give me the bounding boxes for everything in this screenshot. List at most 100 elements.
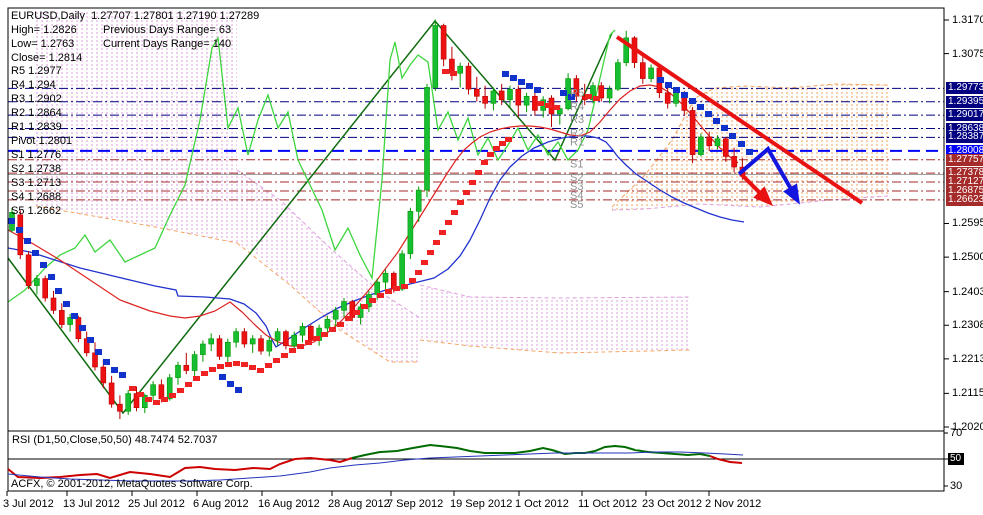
price-axis-label: 1.24030	[952, 286, 983, 298]
prev-range-label: Previous Days Range= 63	[103, 24, 231, 36]
red-square-dot	[233, 361, 240, 366]
price-tag-r3: 1.29017	[946, 109, 983, 121]
candle-body	[715, 139, 720, 146]
pivot-list-item: R5 1.2977	[11, 65, 62, 77]
blue-square-dot	[560, 90, 567, 96]
red-square-dot	[393, 286, 400, 291]
red-square-dot	[369, 298, 376, 303]
red-square-dot	[499, 141, 506, 146]
candle-body	[433, 25, 438, 87]
blue-square-dot	[32, 250, 39, 256]
candle-body	[458, 66, 463, 73]
red-square-dot	[427, 250, 434, 255]
gray-level-label-s5: S5	[570, 199, 583, 211]
candle-body	[516, 89, 521, 105]
blue-square-dot	[40, 262, 47, 268]
pivot-list-item: R1 1.2839	[11, 121, 62, 133]
red-square-dot	[257, 368, 264, 373]
red-square-dot	[185, 382, 192, 387]
candle-body	[532, 96, 537, 110]
candle-body	[34, 279, 39, 286]
red-square-dot	[451, 210, 458, 215]
red-square-dot	[217, 364, 224, 369]
candle-body	[259, 339, 264, 351]
blue-square-dot	[657, 77, 664, 83]
gray-level-label-r5: R5	[570, 87, 584, 99]
candle-body	[499, 91, 504, 100]
candle-body	[200, 344, 205, 355]
blue-square-dot	[103, 359, 110, 365]
date-axis-label: 13 Jul 2012	[63, 498, 120, 510]
rsi-level-50-tag: 50	[948, 453, 964, 465]
red-square-dot	[593, 96, 600, 101]
rsi-level-30: 30	[950, 480, 962, 492]
gray-level-label-r1: R1	[570, 136, 584, 148]
red-square-dot	[537, 101, 544, 106]
date-axis-label: 3 Jul 2012	[3, 498, 54, 510]
candle-body	[209, 339, 214, 344]
red-square-dot	[281, 353, 288, 358]
date-axis-label: 7 Sep 2012	[387, 498, 443, 510]
rsi-level-70: 70	[950, 427, 962, 439]
red-square-dot	[145, 397, 152, 402]
red-square-dot	[487, 152, 494, 157]
ichimoku-cloud	[420, 285, 690, 353]
candle-body	[43, 279, 48, 298]
date-axis-label: 19 Sep 2012	[450, 498, 512, 510]
red-square-dot	[137, 392, 144, 397]
blue-square-dot	[689, 98, 696, 104]
candle-body	[416, 190, 421, 211]
pivot-list-item: S2 1.2738	[11, 163, 61, 175]
red-square-dot	[361, 304, 368, 309]
candle-body	[184, 365, 189, 370]
price-tag-s1: 1.27757	[946, 154, 983, 166]
red-square-dot	[401, 284, 408, 289]
price-axis-label: 1.23080	[952, 319, 983, 331]
candle-body	[126, 394, 131, 412]
candle-body	[491, 91, 496, 103]
red-square-dot	[329, 327, 336, 332]
candle-body	[408, 211, 413, 253]
candle-body	[292, 335, 297, 346]
red-square-dot	[421, 260, 428, 265]
red-square-dot	[493, 146, 500, 151]
price-axis-label: 1.25005	[952, 251, 983, 263]
red-square-dot	[177, 388, 184, 393]
date-axis-label: 6 Aug 2012	[193, 498, 249, 510]
blue-square-dot	[510, 75, 517, 81]
red-square-dot	[442, 69, 449, 74]
blue-square-dot	[119, 372, 126, 378]
red-square-dot	[345, 316, 352, 321]
pivot-list-item: Pivot 1.2801	[11, 135, 72, 147]
blue-square-dot	[16, 227, 23, 233]
blue-square-dot	[534, 87, 541, 93]
red-square-dot	[545, 103, 552, 108]
close-label: Close= 1.2814	[11, 52, 82, 64]
blue-square-dot	[729, 133, 736, 139]
candle-body	[732, 156, 737, 167]
candle-body	[117, 404, 122, 411]
red-square-dot	[209, 367, 216, 372]
blue-square-dot	[518, 79, 525, 85]
candle-body	[690, 110, 695, 154]
chart-title-ohlc: EURUSD,Daily 1.27707 1.27801 1.27190 1.2…	[11, 10, 259, 22]
red-square-dot	[439, 230, 446, 235]
candle-body	[383, 273, 388, 282]
gray-level-label-s1: S1	[570, 159, 583, 171]
candle-body	[159, 385, 164, 399]
price-tag-r1: 1.28387	[946, 131, 983, 143]
red-square-dot	[249, 365, 256, 370]
candle-body	[665, 93, 670, 104]
candle-body	[242, 332, 247, 344]
rsi-signal-line	[8, 452, 743, 481]
blue-square-dot	[219, 374, 226, 380]
price-tag-r4: 1.29395	[946, 96, 983, 108]
red-square-dot	[313, 336, 320, 341]
gray-level-label-r4: R4	[570, 101, 584, 113]
red-square-dot	[385, 289, 392, 294]
blue-square-dot	[111, 367, 118, 373]
blue-square-dot	[665, 82, 672, 88]
price-axis-label: 1.21155	[952, 387, 983, 399]
red-square-dot	[305, 340, 312, 345]
candle-body	[375, 282, 380, 294]
